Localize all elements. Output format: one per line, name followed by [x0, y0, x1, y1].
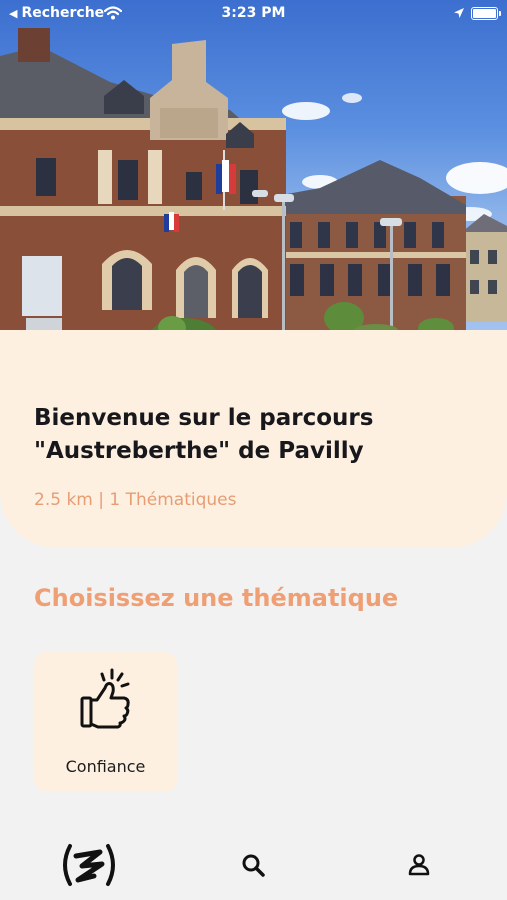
profile-icon [408, 854, 430, 876]
theme-label: Confiance [65, 757, 146, 776]
town-hall-illustration [0, 28, 507, 368]
status-time: 3:23 PM [221, 5, 286, 21]
status-bar: ◀ Recherche 3:23 PM [0, 0, 507, 28]
route-title: Bienvenue sur le parcours "Austreberthe"… [34, 405, 374, 465]
theme-card-confiance[interactable]: Confiance [34, 652, 177, 792]
tab-profile[interactable] [404, 850, 434, 880]
tab-bar [0, 830, 507, 900]
search-icon [242, 854, 265, 877]
battery-icon [471, 7, 501, 20]
themes-heading: Choisissez une thématique [34, 584, 399, 612]
tab-home[interactable] [58, 842, 120, 888]
hero-photo [0, 0, 507, 368]
tab-search[interactable] [238, 850, 268, 880]
location-arrow-icon [454, 8, 464, 18]
route-info-card: Bienvenue sur le parcours "Austreberthe"… [0, 330, 507, 548]
thumbs-up-icon [80, 668, 130, 729]
app-logo-icon [63, 844, 115, 886]
route-meta: 2.5 km | 1 Thématiques [34, 490, 237, 510]
